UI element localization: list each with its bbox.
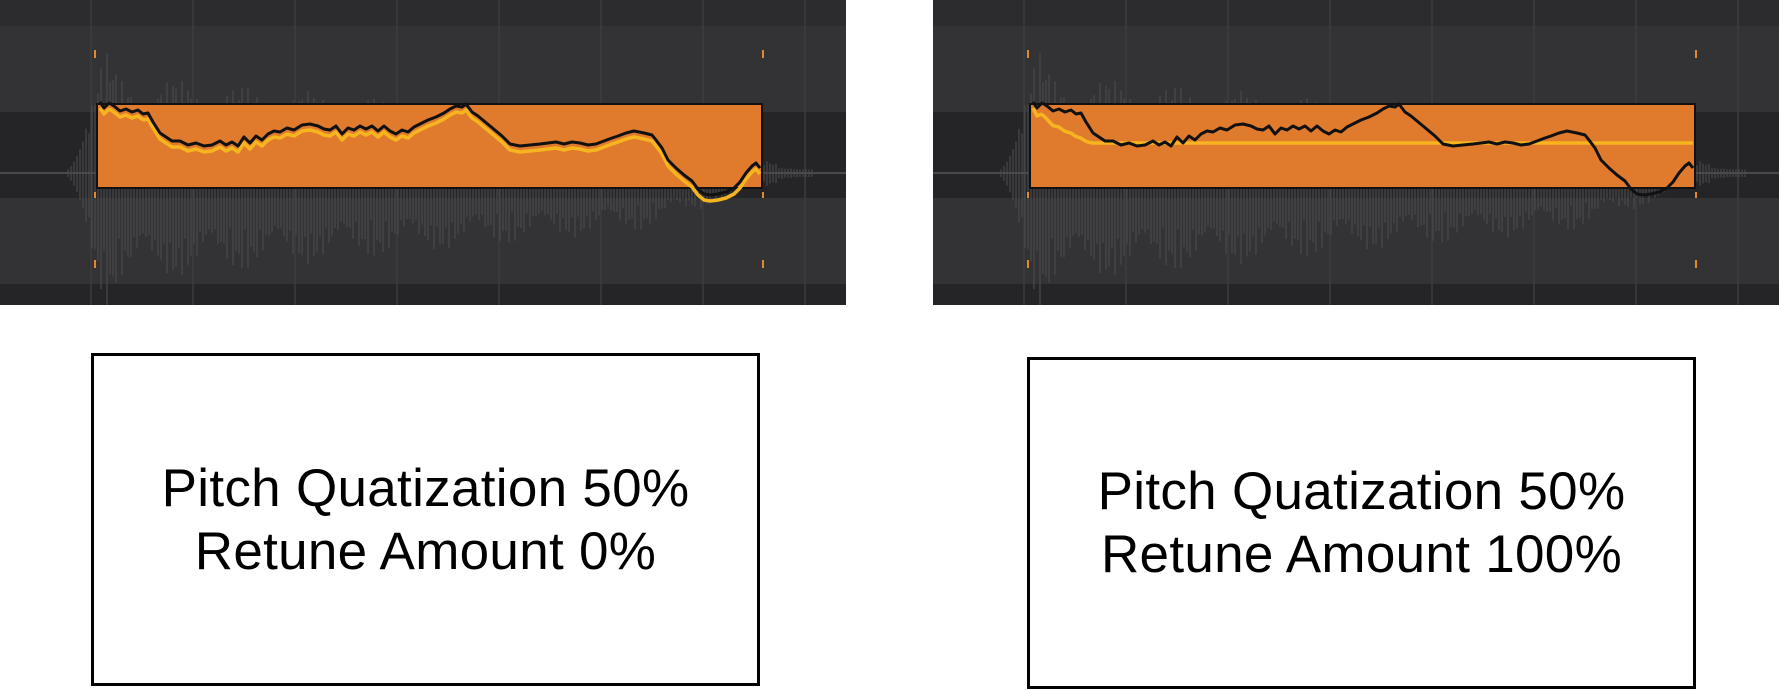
retune-amount-label: Retune Amount 100% [1100, 525, 1623, 584]
pitch-quantization-label: Pitch Quatization 50% [1097, 462, 1626, 521]
key-lane-light [0, 26, 846, 112]
pitch-quantization-label: Pitch Quatization 50% [161, 458, 690, 518]
pitch-editor-canvas-after [933, 0, 1779, 305]
key-lane-light [933, 198, 1779, 284]
key-lane-light [933, 26, 1779, 112]
key-lane-dark [933, 284, 1779, 305]
key-lane-light [0, 198, 846, 284]
caption-box-after: Pitch Quatization 50% Retune Amount 100% [1027, 357, 1696, 689]
retune-amount-label: Retune Amount 0% [194, 521, 657, 581]
caption-box-before: Pitch Quatization 50% Retune Amount 0% [91, 353, 760, 686]
pitch-editor-before [0, 0, 846, 305]
key-lane-dark [0, 284, 846, 305]
pitch-editor-after [933, 0, 1779, 305]
pitch-editor-canvas-before [0, 0, 846, 305]
